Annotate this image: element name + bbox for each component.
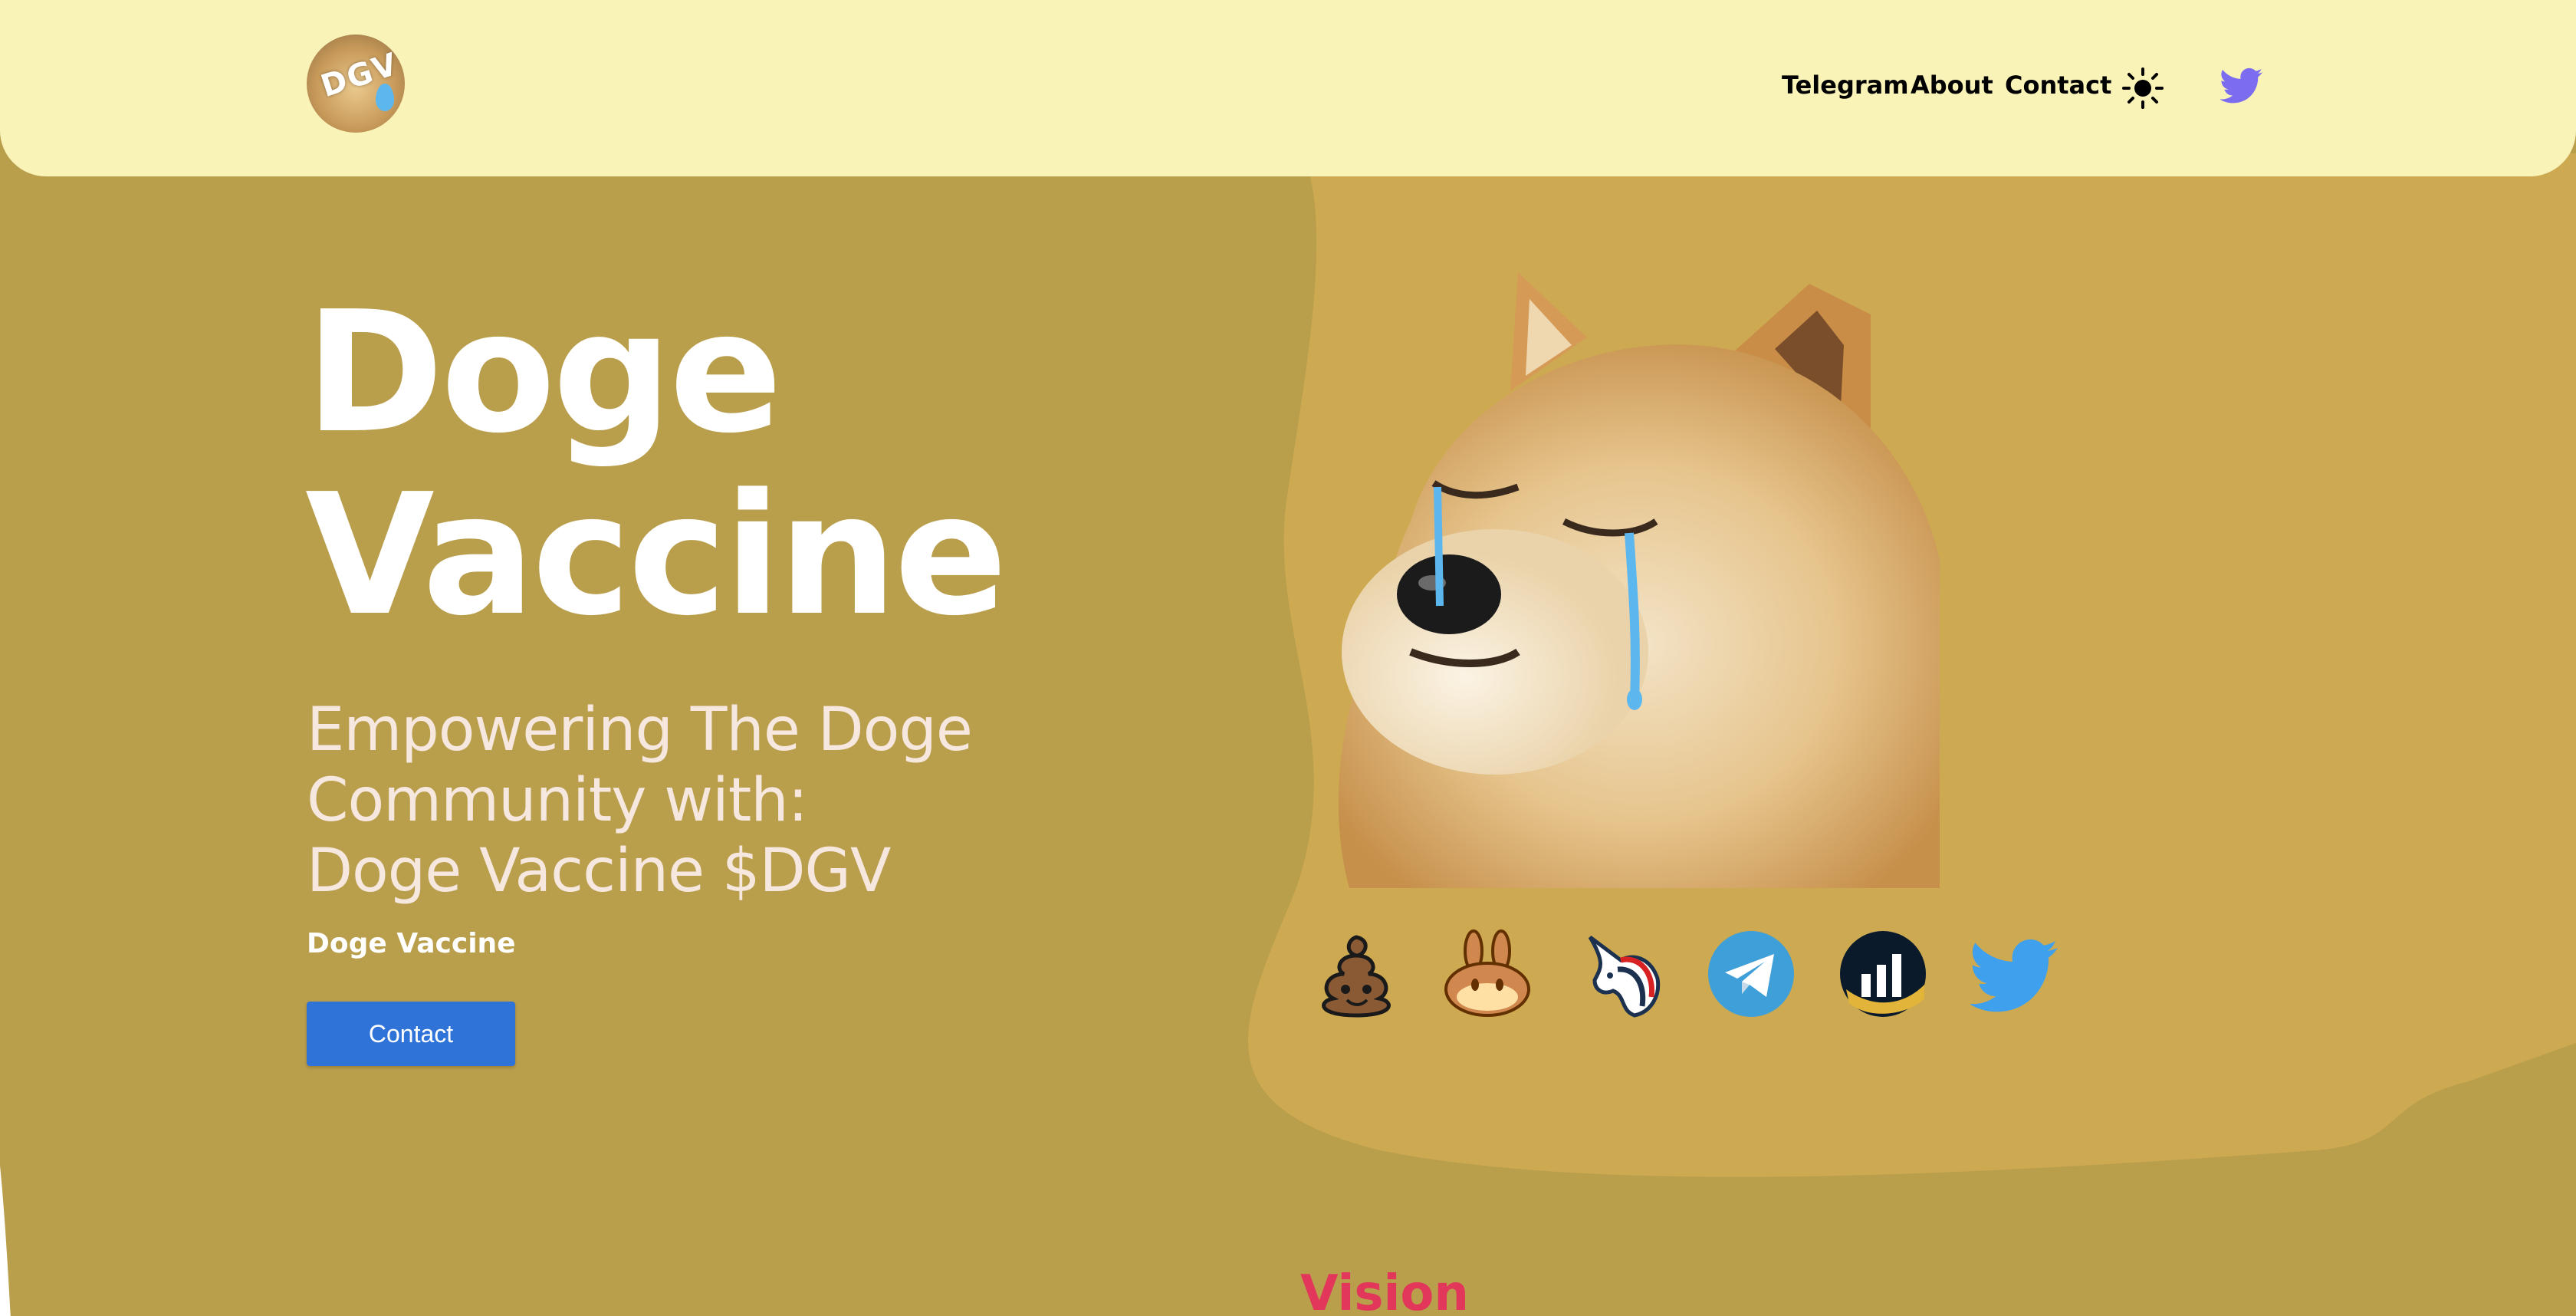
dgv-logo[interactable]: DGV xyxy=(307,35,405,133)
dextools-chart-icon[interactable] xyxy=(1838,929,1927,1018)
site-header: DGV Telegram About Contact xyxy=(0,0,2576,176)
hero-title-line-2: Vaccine xyxy=(305,459,1007,653)
nav-telegram-link[interactable]: Telegram xyxy=(1782,71,1909,100)
poop-icon[interactable] xyxy=(1312,929,1401,1018)
telegram-icon[interactable] xyxy=(1707,929,1796,1018)
hero-title: Doge Vaccine xyxy=(305,282,1148,647)
hero-subtitle-line-1: Empowering The Doge xyxy=(307,696,973,765)
crying-doge-image xyxy=(1338,272,1940,888)
twitter-icon[interactable] xyxy=(1970,929,2059,1018)
1inch-unicorn-icon[interactable] xyxy=(1575,929,1664,1018)
twitter-icon[interactable] xyxy=(2220,67,2263,104)
tear-drop-icon xyxy=(376,84,394,111)
contact-button[interactable]: Contact xyxy=(307,1002,515,1066)
pancakeswap-bunny-icon[interactable] xyxy=(1443,929,1532,1018)
sun-icon[interactable] xyxy=(2122,67,2164,109)
vision-heading: Vision xyxy=(1300,1265,1469,1316)
hero-subtitle: Empowering The Doge Community with: Doge… xyxy=(307,695,1073,906)
nav-about-link[interactable]: About xyxy=(1911,71,1993,100)
hero-subtitle-line-3: Doge Vaccine $DGV xyxy=(307,837,891,906)
hero-background-blob xyxy=(1247,153,2576,1177)
hero-title-line-1: Doge xyxy=(305,276,783,470)
nav-contact-link[interactable]: Contact xyxy=(2005,71,2111,100)
hero-tagline: Doge Vaccine xyxy=(307,928,516,959)
hero-subtitle-line-2: Community with: xyxy=(307,766,808,835)
